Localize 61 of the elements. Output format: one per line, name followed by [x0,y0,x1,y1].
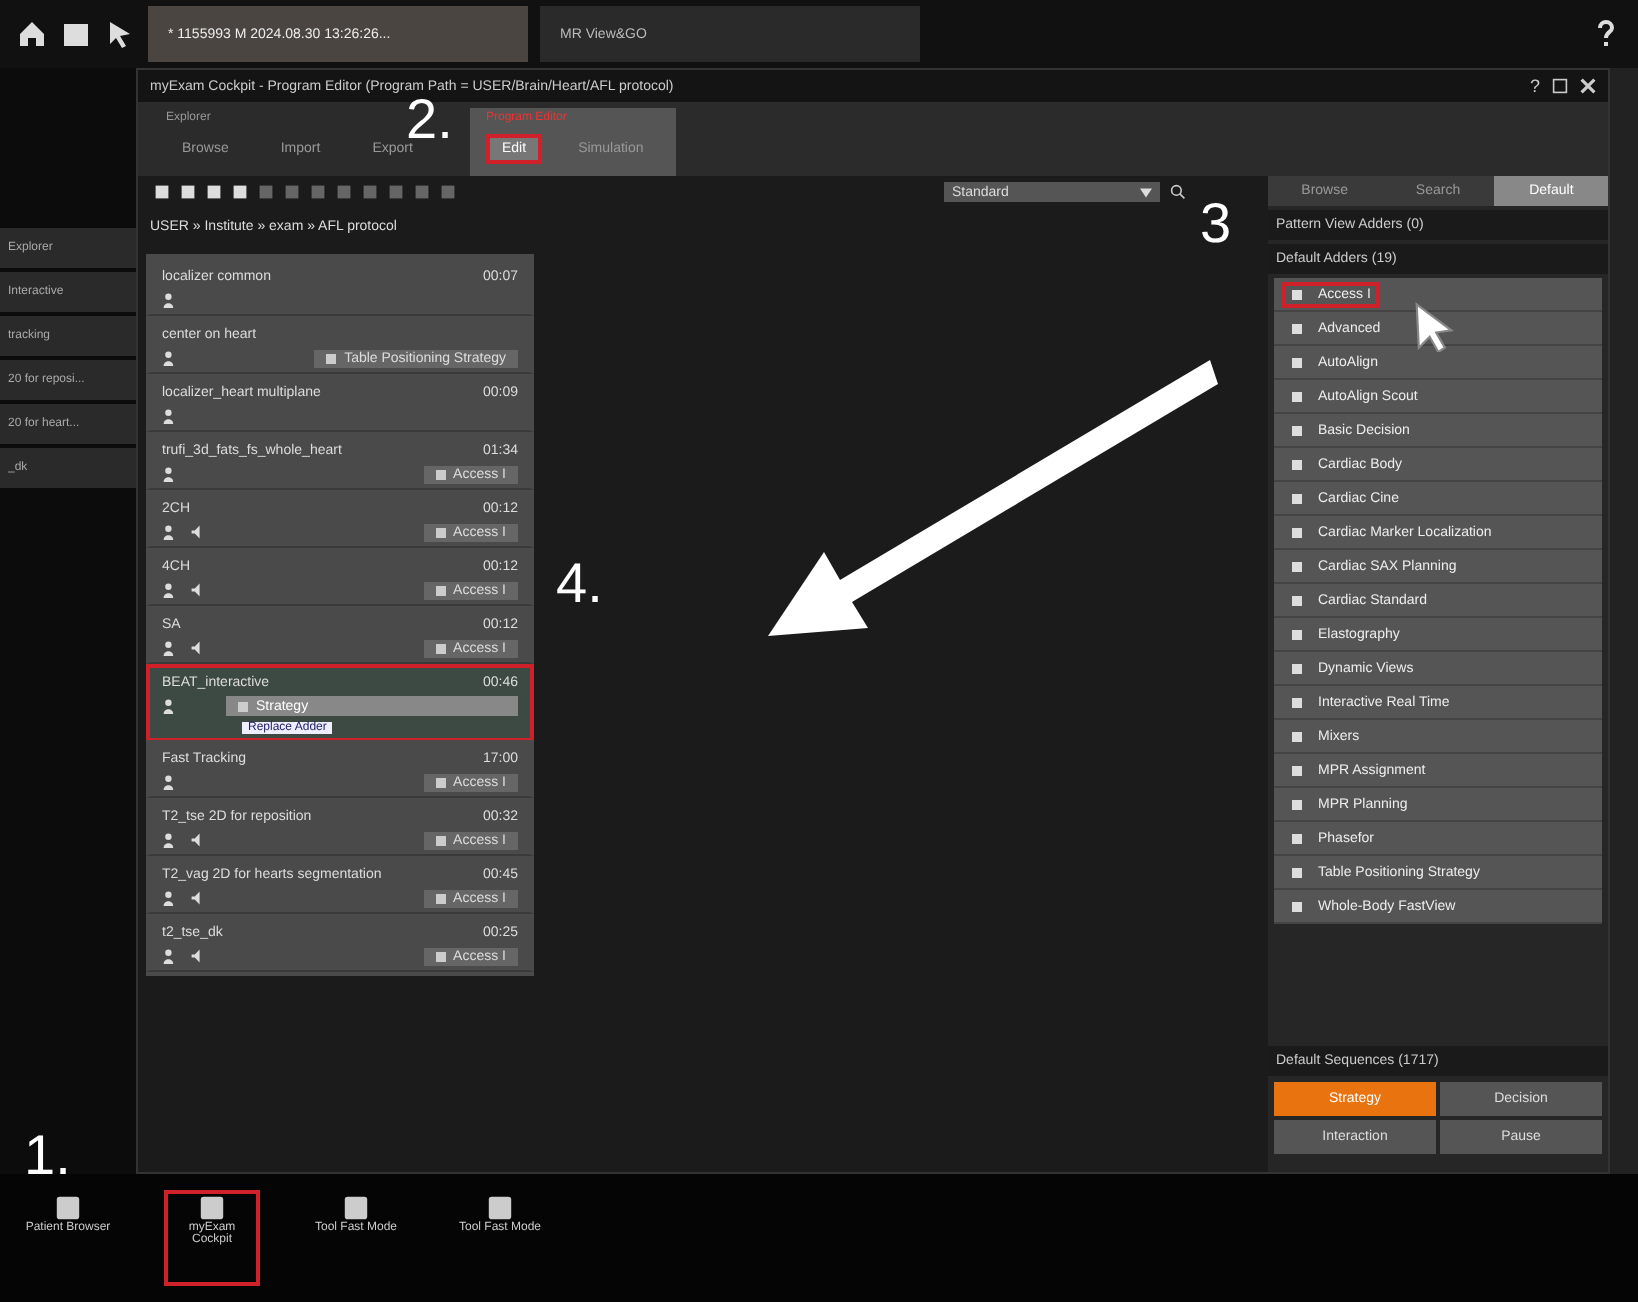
square-icon [1292,595,1302,605]
person-icon [162,698,178,714]
square-icon [1292,731,1302,741]
app-icon [198,1194,226,1222]
square-icon [1292,493,1302,503]
square-icon [1292,459,1302,469]
speaker-icon [190,832,206,848]
square-icon [326,353,337,363]
square-icon [238,701,248,711]
square-icon [1292,629,1302,639]
person-icon [162,640,178,656]
square-icon [1292,833,1302,843]
person-icon [162,408,178,424]
square-icon [435,951,446,961]
square-icon [1292,867,1302,877]
square-icon [1292,663,1302,673]
person-icon [162,948,178,964]
close-icon[interactable] [1580,78,1596,94]
square-icon [435,527,446,537]
step-number: 3 [1200,196,1232,252]
square-icon [1292,901,1302,911]
square-icon [435,777,446,787]
square-icon [435,469,446,479]
step-number: 1. [24,1128,71,1184]
speaker-icon [190,890,206,906]
square-icon [1292,799,1302,809]
speaker-icon [190,640,206,656]
square-icon [435,643,446,653]
square-icon [435,585,446,595]
home-icon[interactable] [16,18,48,50]
square-icon [435,835,446,845]
person-icon [162,350,178,366]
square-icon [1292,289,1302,299]
speaker-icon [190,948,206,964]
cursor-icon [1412,300,1456,352]
person-icon [162,774,178,790]
zoom-icon[interactable] [1170,184,1186,200]
person-icon [162,832,178,848]
caret-icon [1140,187,1152,197]
square-icon [1292,527,1302,537]
square-icon [1292,357,1302,367]
app-icon [486,1194,514,1222]
restore-icon[interactable] [1552,78,1568,94]
help-button[interactable]: ? [1529,76,1540,96]
person-icon [162,524,178,540]
speaker-icon [190,582,206,598]
square-icon [1292,323,1302,333]
person-icon [162,466,178,482]
square-icon [1292,561,1302,571]
speaker-icon [190,524,206,540]
square-icon [1292,697,1302,707]
app-icon [342,1194,370,1222]
person-icon [162,582,178,598]
square-icon [1292,391,1302,401]
square-icon [435,893,446,903]
app-icon [54,1194,82,1222]
person-icon [162,292,178,308]
person-icon [162,890,178,906]
square-icon [1292,765,1302,775]
square-icon [1292,425,1302,435]
step-number: 4. [556,556,603,612]
